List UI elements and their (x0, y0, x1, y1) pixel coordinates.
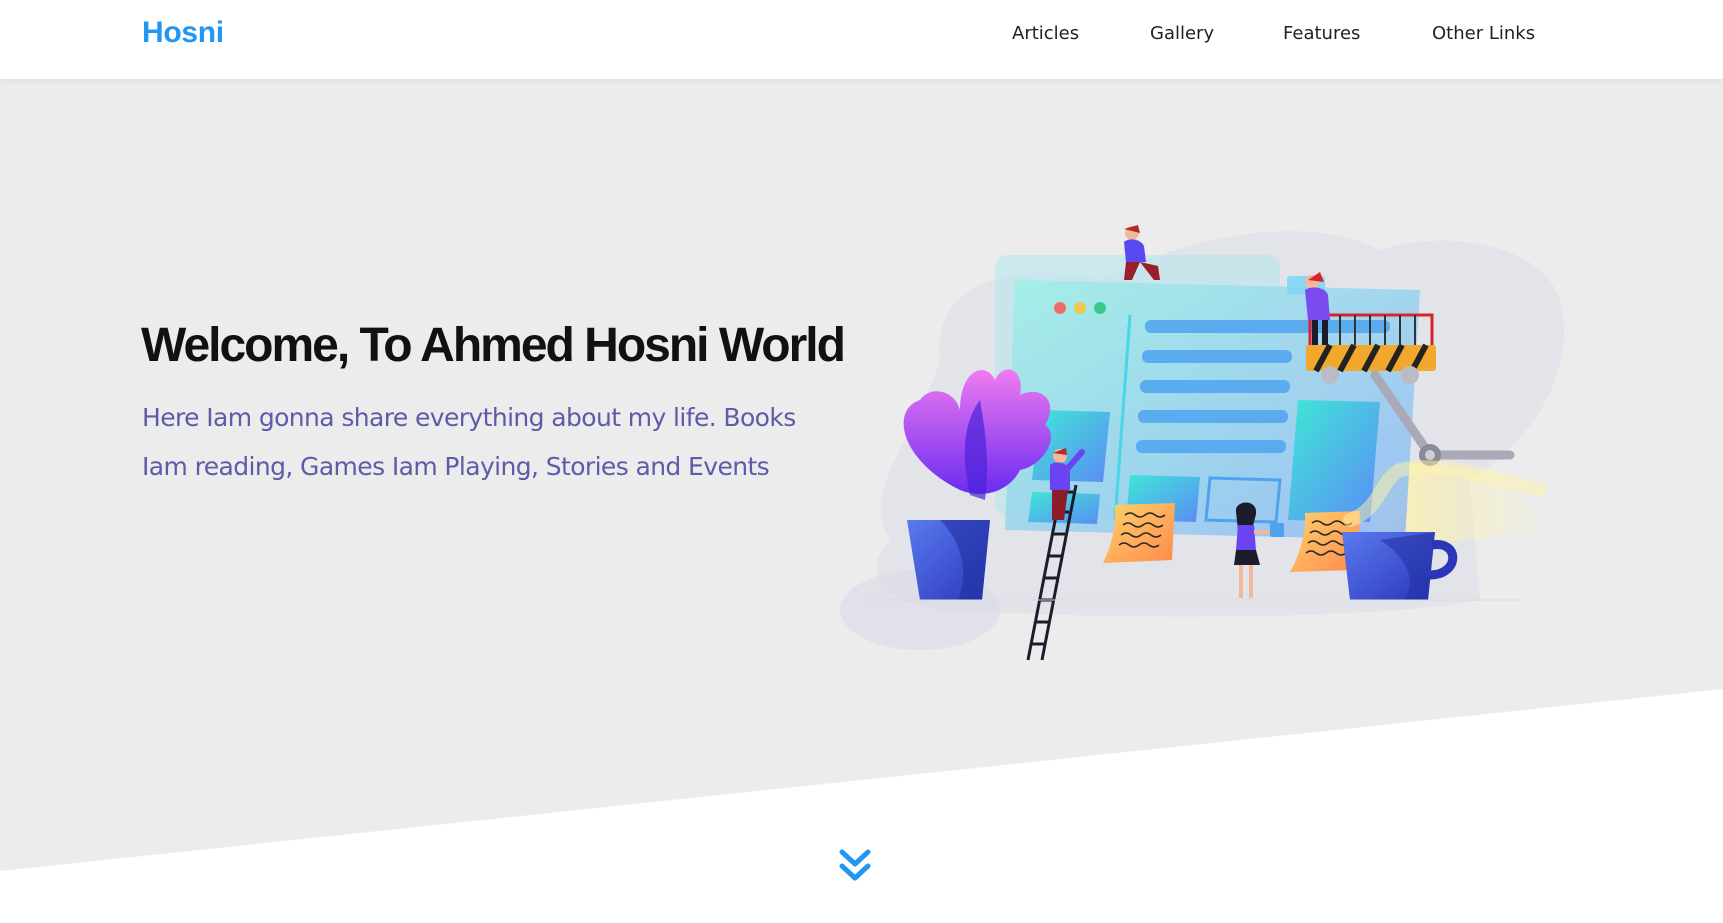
nav-link-articles[interactable]: Articles (1012, 23, 1079, 44)
nav-link-features[interactable]: Features (1283, 23, 1360, 44)
hero-illustration (840, 225, 1564, 661)
site-header: Hosni Articles Gallery Features Other Li… (0, 0, 1723, 79)
double-chevron-down-icon[interactable] (838, 848, 872, 884)
hero-description: Here Iam gonna share everything about my… (142, 403, 796, 481)
main-nav: Articles Gallery Features Other Links (0, 23, 1723, 47)
nav-link-other-links[interactable]: Other Links (1432, 23, 1535, 44)
nav-link-gallery[interactable]: Gallery (1150, 23, 1214, 44)
hero-title: Welcome, To Ahmed Hosni World (141, 319, 846, 372)
